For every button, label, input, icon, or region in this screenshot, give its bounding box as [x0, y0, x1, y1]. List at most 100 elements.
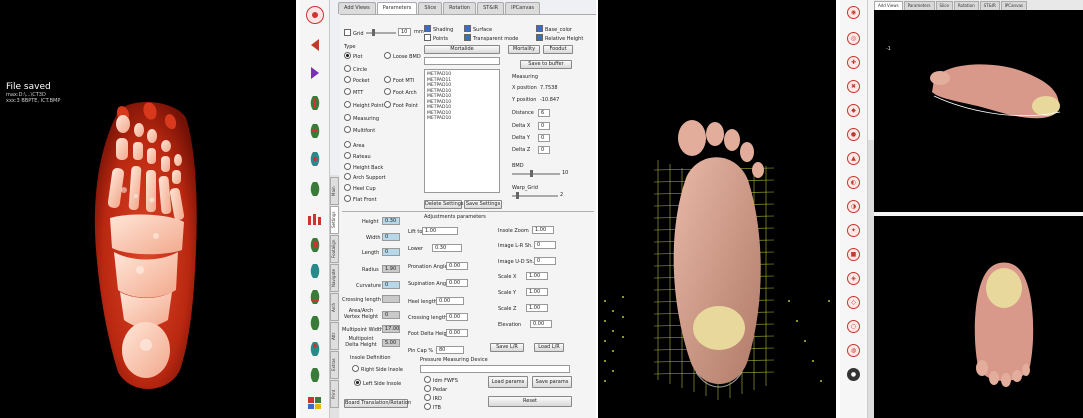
right-side-insole-radio[interactable]: Right Side Insole: [352, 365, 403, 373]
heel-length-field[interactable]: 0.00: [436, 297, 464, 305]
tool-icon-15[interactable]: ◍: [847, 344, 860, 357]
vtab-footalign[interactable]: Footalign: [330, 235, 339, 263]
tab-add-views[interactable]: Add Views: [874, 1, 903, 10]
delete-settings-button[interactable]: Delete Settings: [424, 200, 464, 209]
pressure-pedar-radio[interactable]: Pedar: [424, 385, 447, 393]
tool-icon-3[interactable]: ✚: [847, 56, 860, 69]
tool-icon-5[interactable]: ◆: [847, 104, 860, 117]
type-rateau-radio[interactable]: Rateau: [344, 152, 371, 160]
foot-view-6-icon[interactable]: [306, 262, 324, 280]
vtab-navigate[interactable]: Navigate: [330, 264, 339, 292]
board-translation-button[interactable]: Board Translation/Rotation: [344, 399, 411, 408]
arch-vertex-height-field[interactable]: 0: [382, 311, 400, 319]
foot-view-5-icon[interactable]: [306, 236, 324, 254]
bmd-slider-knob[interactable]: [530, 170, 533, 177]
image-ud-shift-field[interactable]: 0: [534, 257, 556, 265]
foot-view-2-icon[interactable]: [306, 122, 324, 140]
list-item[interactable]: METPAD10: [427, 116, 497, 122]
tool-icon-1[interactable]: ◉: [847, 6, 860, 19]
type-circle-radio[interactable]: Circle: [344, 65, 367, 73]
left-side-insole-radio[interactable]: Left Side Insole: [354, 379, 401, 387]
tool-icon-14[interactable]: ○: [847, 320, 860, 333]
lift-to-field[interactable]: 1.00: [422, 227, 458, 235]
pressure-ird-radio[interactable]: IRD: [424, 394, 442, 402]
tab-ipcanvas[interactable]: IPCanvas: [1000, 1, 1027, 10]
foodut-button[interactable]: Foodut: [543, 45, 573, 54]
height-field[interactable]: 0.30: [382, 217, 400, 225]
bars-icon[interactable]: [306, 210, 324, 228]
foot-view-3-icon[interactable]: [306, 150, 324, 168]
type-foot-point-radio[interactable]: Foot Point: [384, 101, 418, 109]
save-lr-button[interactable]: Save L/R: [490, 343, 524, 352]
color-grid-icon[interactable]: [306, 394, 324, 412]
type-arch-support-radio[interactable]: Arch Support: [344, 173, 386, 181]
radius-field[interactable]: 1.90: [382, 265, 400, 273]
pin-cap-field[interactable]: 80: [436, 346, 464, 354]
tool-icon-8[interactable]: ◐: [847, 176, 860, 189]
multipoint-width-field[interactable]: 17.00: [382, 325, 400, 333]
type-plot-radio[interactable]: Plot: [344, 52, 362, 60]
pronation-angle-field[interactable]: 0.00: [446, 262, 468, 270]
transparent-mode-checkbox[interactable]: Transparent mode: [464, 34, 518, 42]
tool-icon-6[interactable]: ●: [847, 128, 860, 141]
image-lr-shift-field[interactable]: 0: [534, 241, 556, 249]
warp-grid-slider-knob[interactable]: [516, 192, 519, 199]
width-field[interactable]: 0: [382, 233, 400, 241]
multipoint-delta-height-field[interactable]: 5.00: [382, 339, 400, 347]
vtab-arch[interactable]: Arch: [330, 293, 339, 321]
foot-view-1-icon[interactable]: [306, 94, 324, 112]
warp-grid-slider[interactable]: [512, 192, 558, 199]
save-settings-button[interactable]: Save Settings: [464, 200, 502, 209]
tool-icon-10[interactable]: ✦: [847, 224, 860, 237]
save-params-button[interactable]: Save params: [532, 376, 572, 388]
tool-icon-9[interactable]: ◑: [847, 200, 860, 213]
tool-icon-4[interactable]: ✖: [847, 80, 860, 93]
tab-ipcanvas[interactable]: IPCanvas: [505, 2, 540, 14]
supination-angle-field[interactable]: 0.00: [446, 279, 468, 287]
type-height-point-radio[interactable]: Height Point: [344, 101, 384, 109]
mortalide-button[interactable]: Mortalide: [424, 45, 500, 54]
tool-icon-2[interactable]: ◎: [847, 32, 860, 45]
reset-button[interactable]: Reset: [488, 396, 572, 407]
tool-icon-11[interactable]: ■: [847, 248, 860, 261]
points-checkbox[interactable]: Points: [424, 34, 448, 42]
foot-view-7-icon[interactable]: [306, 288, 324, 306]
vtab-extras[interactable]: Extras: [330, 351, 339, 379]
tab-parameters[interactable]: Parameters: [376, 2, 418, 14]
type-multifont-radio[interactable]: Multifont: [344, 126, 375, 134]
type-foot-mti-radio[interactable]: Foot MTI: [384, 76, 414, 84]
scale-x-field[interactable]: 1.00: [526, 272, 548, 280]
surface-checkbox[interactable]: Surface: [464, 25, 492, 33]
crossing-length-field[interactable]: [382, 295, 400, 303]
tool-icon-12[interactable]: ◈: [847, 272, 860, 285]
mortality-button[interactable]: Mortality: [508, 45, 540, 54]
type-flat-front-radio[interactable]: Flat Front: [344, 195, 377, 203]
foot-view-8-icon[interactable]: [306, 314, 324, 332]
arrow-right-icon[interactable]: [306, 64, 324, 82]
tab-st-ir[interactable]: ST&IR: [477, 2, 505, 14]
mid-crossing-length-field[interactable]: 0.00: [446, 313, 468, 321]
tool-icon-7[interactable]: ▲: [847, 152, 860, 165]
top-view-viewport[interactable]: [874, 216, 1083, 418]
pressure-device-dropdown[interactable]: [420, 365, 570, 373]
scale-y-field[interactable]: 1.00: [526, 288, 548, 296]
preset-name-field[interactable]: [424, 57, 500, 65]
foot-view-4-icon[interactable]: [306, 180, 324, 198]
type-height-back-radio[interactable]: Height Back: [344, 163, 383, 171]
grid-checkbox[interactable]: Grid: [344, 29, 364, 37]
type-measuring-radio[interactable]: Measuring: [344, 114, 379, 122]
foot-view-9-icon[interactable]: [306, 340, 324, 358]
vtab-attr[interactable]: Attr: [330, 322, 339, 350]
grid-value-field[interactable]: 10: [398, 28, 411, 36]
vtab-print[interactable]: Print: [330, 380, 339, 408]
type-loose-bmd-radio[interactable]: Loose BMD: [384, 52, 421, 60]
side-view-viewport[interactable]: -1: [874, 10, 1083, 212]
grid-slider[interactable]: [366, 29, 396, 36]
type-heel-cup-radio[interactable]: Heel Cup: [344, 184, 376, 192]
pressure-idm-radio[interactable]: Idm FWFS: [424, 376, 458, 384]
tab-slice[interactable]: Slice: [935, 1, 953, 10]
relative-height-checkbox[interactable]: Relative Height: [536, 34, 583, 42]
foot-delta-height-field[interactable]: 0.00: [446, 329, 468, 337]
elevation-field[interactable]: 0.00: [530, 320, 552, 328]
length-field[interactable]: 0: [382, 248, 400, 256]
